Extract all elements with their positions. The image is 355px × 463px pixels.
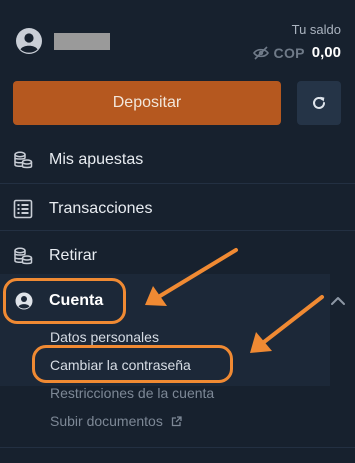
refresh-balance-button[interactable] bbox=[297, 81, 341, 125]
list-icon bbox=[13, 199, 33, 219]
currency-code: COP bbox=[273, 44, 305, 61]
menu-item-label: Retirar bbox=[49, 247, 98, 264]
user-circle-icon bbox=[15, 292, 33, 310]
divider bbox=[0, 183, 355, 184]
refresh-icon bbox=[313, 96, 325, 109]
menu-item-label: Mis apuestas bbox=[49, 151, 144, 168]
divider bbox=[0, 447, 355, 448]
balance-amount: 0,00 bbox=[311, 44, 341, 61]
chevron-up-icon[interactable] bbox=[330, 295, 346, 307]
eye-slash-icon[interactable] bbox=[252, 45, 269, 60]
balance-label: Tu saldo bbox=[291, 22, 341, 37]
balance-row: COP 0,00 bbox=[252, 44, 341, 61]
submenu-restricciones-cuenta[interactable]: Restricciones de la cuenta bbox=[50, 385, 214, 401]
menu-item-label: Transacciones bbox=[49, 200, 153, 217]
menu-item-cuenta[interactable]: Cuenta bbox=[0, 281, 330, 321]
menu-item-label: Cuenta bbox=[49, 292, 104, 309]
coins-icon bbox=[14, 151, 33, 169]
account-header: Tu saldo COP 0,00 bbox=[0, 0, 355, 66]
external-link-icon bbox=[171, 416, 182, 427]
menu-item-mis-apuestas[interactable]: Mis apuestas bbox=[0, 140, 355, 180]
submenu-cambiar-contrasena[interactable]: Cambiar la contraseña bbox=[50, 357, 191, 373]
coins-icon bbox=[14, 247, 33, 265]
divider bbox=[0, 230, 355, 231]
menu-item-transacciones[interactable]: Transacciones bbox=[0, 189, 355, 229]
menu-item-retirar[interactable]: Retirar bbox=[0, 236, 355, 276]
submenu-datos-personales[interactable]: Datos personales bbox=[50, 329, 159, 345]
username-redacted bbox=[54, 33, 110, 50]
submenu-subir-documentos[interactable]: Subir documentos bbox=[50, 413, 182, 429]
submenu-label: Subir documentos bbox=[50, 413, 163, 429]
user-circle-icon[interactable] bbox=[15, 27, 43, 55]
deposit-button[interactable]: Depositar bbox=[13, 81, 281, 125]
